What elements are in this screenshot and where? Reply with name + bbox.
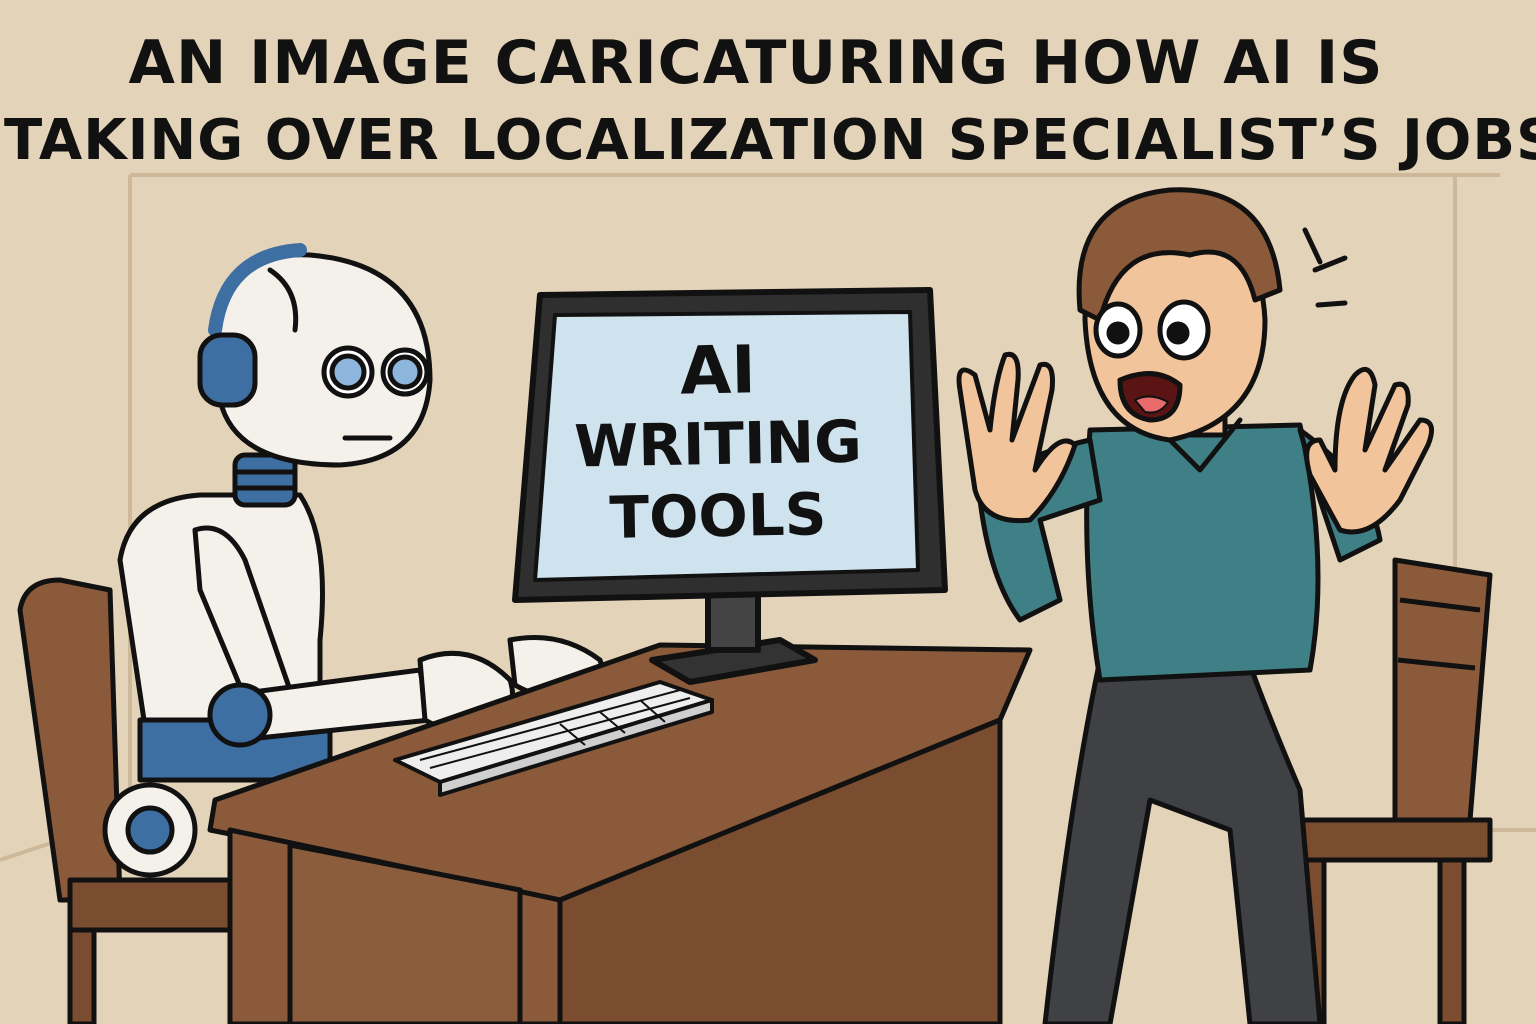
monitor-text-line-3: TOOLS xyxy=(608,480,828,552)
monitor-text-line-2: WRITING xyxy=(573,407,863,481)
scared-person xyxy=(956,187,1435,1024)
caption-line-1: AN IMAGE CARICATURING HOW AI IS xyxy=(128,28,1384,98)
monitor-text-line-1: AI xyxy=(679,331,757,410)
caption-line-2: TAKING OVER LOCALIZATION SPECIALIST’S JO… xyxy=(4,108,1536,173)
